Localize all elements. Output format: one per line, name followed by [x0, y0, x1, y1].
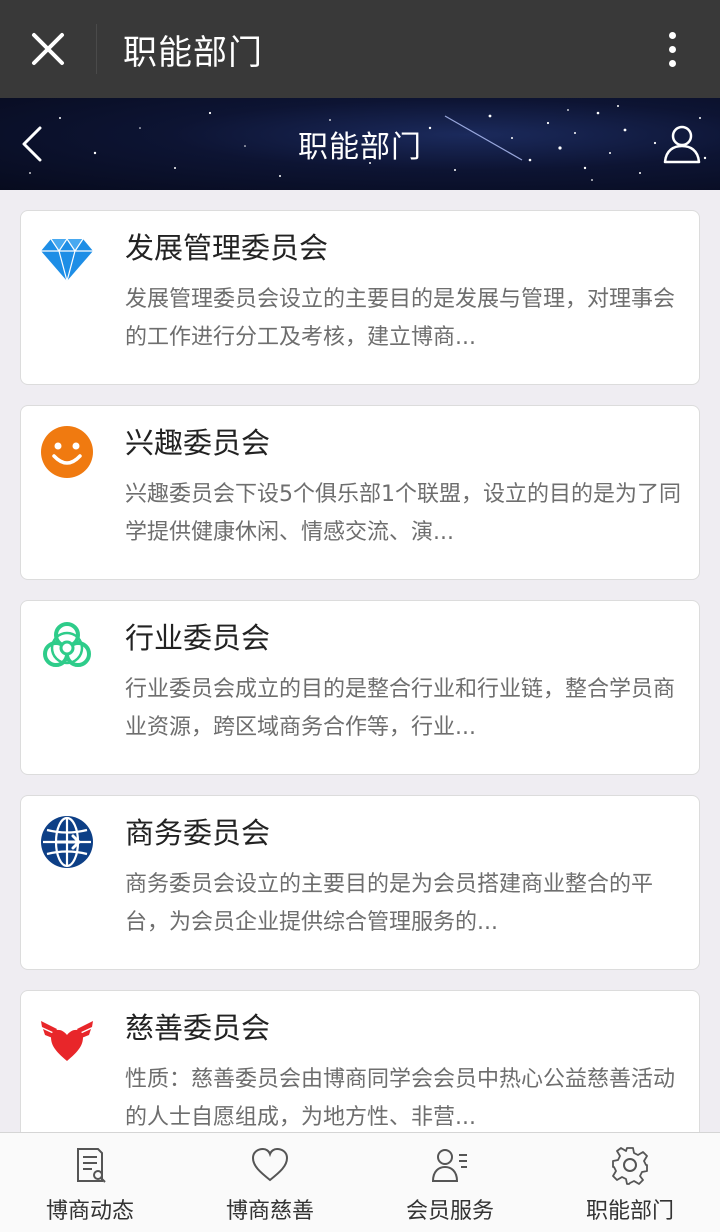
item-description: 商务委员会设立的主要目的是为会员搭建商业整合的平台，为会员企业提供综合管理服务的…	[125, 872, 654, 935]
tab-label: 职能部门	[585, 1199, 674, 1224]
item-title: 商务委员会	[125, 816, 271, 850]
tab-label: 会员服务	[405, 1199, 494, 1224]
close-icon	[32, 33, 64, 65]
item-description: 发展管理委员会设立的主要目的是发展与管理，对理事会的工作进行分工及考核，建立博商…	[125, 287, 676, 350]
committee-list: 发展管理委员会 发展管理委员会设立的主要目的是发展与管理，对理事会的工作进行分工…	[20, 210, 700, 1185]
close-button[interactable]	[0, 0, 96, 98]
item-description: 性质：慈善委员会由博商同学会会员中热心公益慈善活动的人士自愿组成，为地方性、非营…	[125, 1067, 676, 1130]
more-menu-button[interactable]	[624, 0, 720, 98]
gear-icon	[612, 1147, 648, 1185]
tab-departments[interactable]: 职能部门	[540, 1133, 720, 1232]
item-title: 发展管理委员会	[125, 231, 329, 265]
item-title: 行业委员会	[125, 621, 271, 655]
list-item[interactable]: 发展管理委员会 发展管理委员会设立的主要目的是发展与管理，对理事会的工作进行分工…	[20, 210, 700, 385]
smiley-icon	[41, 426, 93, 478]
list-item[interactable]: 商务委员会 商务委员会设立的主要目的是为会员搭建商业整合的平台，为会员企业提供综…	[20, 795, 700, 970]
winged-heart-icon	[41, 1021, 93, 1061]
tab-label: 博商动态	[45, 1199, 134, 1224]
tab-label: 博商慈善	[225, 1199, 314, 1224]
diamond-icon	[41, 237, 93, 282]
back-icon[interactable]	[14, 122, 54, 166]
page-title: 职能部门	[298, 130, 422, 165]
tab-member-service[interactable]: 会员服务	[360, 1133, 540, 1232]
wechat-title-bar: 职能部门	[0, 0, 720, 98]
dot-icon	[668, 31, 676, 39]
tab-news[interactable]: 博商动态	[0, 1133, 180, 1232]
list-item[interactable]: 行业委员会 行业委员会成立的目的是整合行业和行业链，整合学员商业资源，跨区域商务…	[20, 600, 700, 775]
item-title: 兴趣委员会	[125, 426, 271, 460]
tab-charity[interactable]: 博商慈善	[180, 1133, 360, 1232]
item-title: 慈善委员会	[125, 1011, 271, 1045]
item-description: 行业委员会成立的目的是整合行业和行业链，整合学员商业资源，跨区域商务合作等，行业…	[125, 677, 676, 740]
page-header: 职能部门	[0, 98, 720, 190]
globe-icon	[41, 816, 93, 868]
dot-icon	[668, 45, 676, 53]
news-icon	[77, 1148, 106, 1183]
item-description: 兴趣委员会下设5个俱乐部1个联盟，设立的目的是为了同学提供健康休闲、情感交流、演…	[125, 482, 681, 545]
user-icon[interactable]	[660, 122, 704, 166]
member-icon	[431, 1149, 467, 1182]
dot-icon	[668, 59, 676, 67]
bottom-tab-bar: 博商动态 博商慈善 会员服务 职能部门	[0, 1132, 720, 1232]
wechat-title: 职能部门	[123, 32, 263, 73]
biohazard-icon	[43, 622, 91, 667]
list-item[interactable]: 兴趣委员会 兴趣委员会下设5个俱乐部1个联盟，设立的目的是为了同学提供健康休闲、…	[20, 405, 700, 580]
heart-icon	[251, 1147, 289, 1182]
